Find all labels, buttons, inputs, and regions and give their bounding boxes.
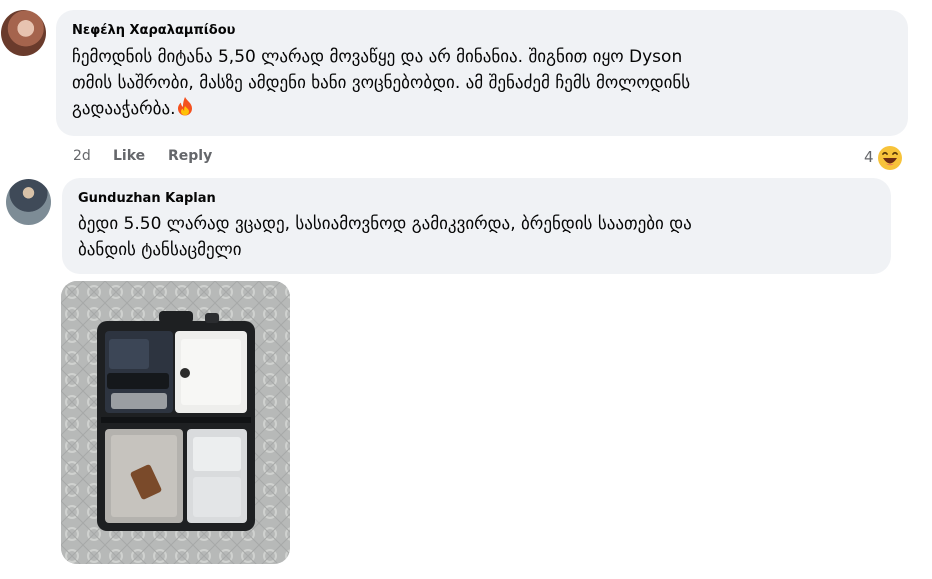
comment-text: ბედი 5.50 ლარად ვცადე, სასიამოვნოდ გამიკ… — [78, 211, 692, 263]
suitcase-photo[interactable] — [61, 281, 290, 564]
avatar[interactable] — [6, 179, 51, 225]
comment-line: გადააჭარბა. — [72, 99, 176, 119]
comment-bubble: Νεφέλη Χαραλαμπίδου ჩემოდნის მიტანა 5,50… — [56, 10, 908, 136]
comment-author[interactable]: Νεφέλη Χαραλαμπίδου — [72, 22, 235, 39]
comment-line: ჩემოდნის მიტანა 5,50 ლარად მოვაწყე და არ… — [72, 47, 683, 67]
comment-text: ჩემოდნის მიტანა 5,50 ლარად მოვაწყე და არ… — [72, 44, 690, 124]
avatar[interactable] — [1, 10, 46, 56]
comment-author[interactable]: Gunduzhan Kaplan — [78, 190, 216, 207]
comment-bubble: Gunduzhan Kaplan ბედი 5.50 ლარად ვცადე, … — [62, 178, 891, 274]
reaction-count: 4 — [864, 148, 874, 166]
laughing-emoji-icon — [877, 145, 903, 178]
fire-icon — [176, 96, 194, 124]
reply-button[interactable]: Reply — [168, 146, 212, 166]
like-button[interactable]: Like — [113, 146, 145, 166]
comment-timestamp[interactable]: 2d — [73, 146, 91, 166]
comment-line: ბედი 5.50 ლარად ვცადე, სასიამოვნოდ გამიკ… — [78, 214, 692, 234]
comment-line: ბანდის ტანსაცმელი — [78, 240, 242, 260]
comment-line: თმის საშრობი, მასზე ამდენი ხანი ვოცნებობ… — [72, 73, 691, 93]
comment-line-with-emoji: გადააჭარბა. — [72, 96, 690, 124]
